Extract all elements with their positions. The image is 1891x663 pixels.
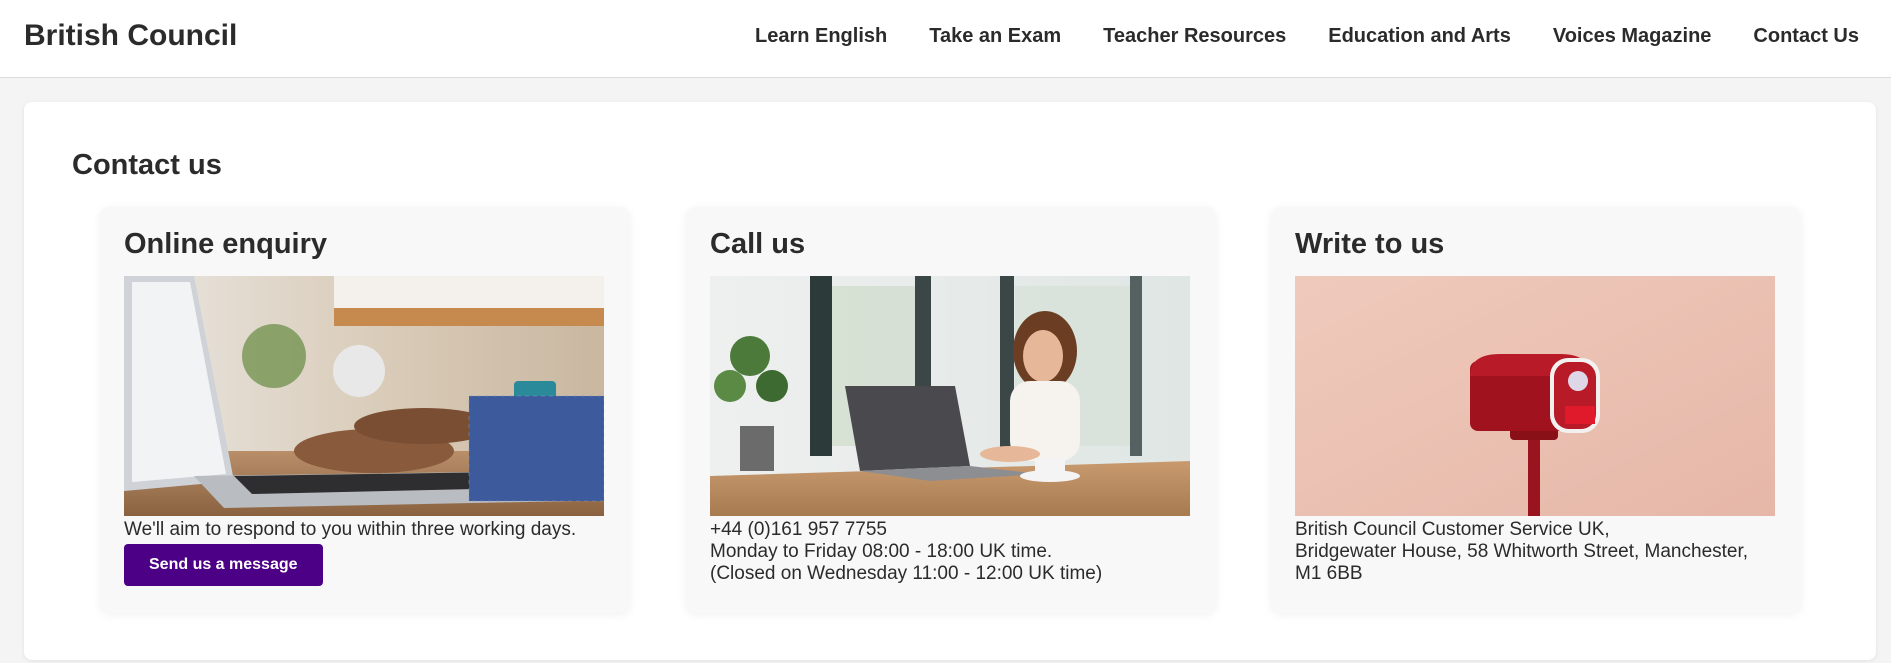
site-header: British Council Learn English Take an Ex… — [0, 0, 1891, 78]
brand-logo[interactable]: British Council — [24, 18, 237, 54]
opening-hours: Monday to Friday 08:00 - 18:00 UK time. — [710, 541, 1053, 562]
call-us-text: +44 (0)161 957 7755 Monday to Friday 08:… — [710, 519, 1190, 585]
red-mailbox-image — [1295, 276, 1775, 516]
online-enquiry-line: We'll aim to respond to you within three… — [124, 519, 577, 540]
main-nav: Learn English Take an Exam Teacher Resou… — [713, 24, 1859, 48]
woman-at-laptop-image — [710, 276, 1190, 516]
contact-card: Contact us Online enquiry We'll aim to r… — [24, 102, 1876, 660]
phone-number[interactable]: +44 (0)161 957 7755 — [710, 519, 1190, 541]
nav-learn-english[interactable]: Learn English — [755, 24, 887, 48]
nav-teacher-resources[interactable]: Teacher Resources — [1103, 24, 1286, 48]
call-us-heading: Call us — [710, 228, 806, 260]
address-line-1: British Council Customer Service UK, — [1295, 519, 1610, 540]
online-enquiry-heading: Online enquiry — [124, 228, 328, 260]
address-line-2: Bridgewater House, 58 Whitworth Street, … — [1295, 541, 1749, 562]
send-message-button[interactable]: Send us a message — [124, 544, 323, 586]
online-enquiry-text: We'll aim to respond to you within three… — [124, 519, 604, 541]
nav-education-and-arts[interactable]: Education and Arts — [1328, 24, 1511, 48]
laptop-typing-image — [124, 276, 604, 516]
nav-contact-us[interactable]: Contact Us — [1753, 24, 1859, 48]
address-line-3: M1 6BB — [1295, 563, 1363, 584]
online-enquiry-panel: Online enquiry We'll aim to respond to y… — [100, 207, 630, 613]
page-title: Contact us — [72, 149, 222, 181]
nav-voices-magazine[interactable]: Voices Magazine — [1553, 24, 1712, 48]
nav-take-an-exam[interactable]: Take an Exam — [929, 24, 1061, 48]
write-to-us-heading: Write to us — [1295, 228, 1445, 260]
call-us-panel: Call us +44 (0)161 957 7755 Monday to Fr… — [686, 207, 1216, 613]
write-to-us-panel: Write to us British Council Customer Ser… — [1271, 207, 1801, 613]
write-to-us-text: British Council Customer Service UK, Bri… — [1295, 519, 1775, 585]
closed-hours: (Closed on Wednesday 11:00 - 12:00 UK ti… — [710, 563, 1103, 584]
